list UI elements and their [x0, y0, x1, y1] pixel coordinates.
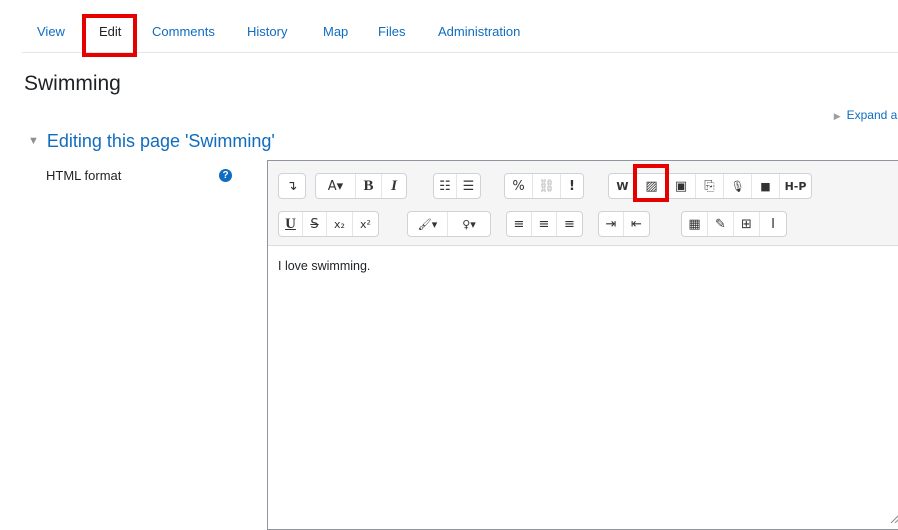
strikethrough-button[interactable]: S	[303, 212, 327, 236]
insert-table-button[interactable]: ⊞	[734, 212, 760, 236]
toolbar-group-color: 🖌▾ ♀▾	[407, 211, 491, 237]
record-video-button[interactable]: ■	[752, 174, 780, 198]
ordered-list-button[interactable]: ☰	[457, 174, 480, 198]
link-button[interactable]: %	[505, 174, 533, 198]
align-center-button[interactable]: ≡	[532, 212, 557, 236]
toolbar-group-tools: ▦ ✎ ⊞ I	[681, 211, 787, 237]
collapse-caret-icon: ▼	[28, 135, 39, 147]
tab-view[interactable]: View	[37, 24, 65, 39]
equation-editor-button[interactable]: ▦	[682, 212, 708, 236]
expand-all-link[interactable]: ▶ Expand al	[834, 108, 898, 122]
expand-all-label: Expand al	[846, 108, 898, 122]
page-title: Swimming	[24, 72, 121, 95]
editor-toolbar: ↴ A▾ B I ☷ ☰ % ⛓ ! W ▨ ▣ ⎘ 🎙 ■ H-P U S x…	[268, 161, 898, 246]
field-label: HTML format	[46, 168, 122, 183]
wiris-button[interactable]: W	[609, 174, 637, 198]
align-right-button[interactable]: ≡	[557, 212, 582, 236]
help-icon[interactable]: ?	[219, 169, 232, 182]
tab-history[interactable]: History	[247, 24, 287, 39]
paragraph-style-button[interactable]: A▾	[316, 174, 356, 198]
insert-image-button[interactable]: ▨	[637, 174, 667, 198]
tab-files[interactable]: Files	[378, 24, 405, 39]
font-color-button[interactable]: 🖌▾	[408, 212, 448, 236]
resize-handle-icon[interactable]	[890, 513, 898, 523]
italic-button[interactable]: I	[382, 174, 406, 198]
expand-triangle-icon: ▶	[833, 111, 841, 121]
toolbar-group-indent: ⇥ ⇤	[598, 211, 650, 237]
show-more-buttons-button[interactable]: ↴	[279, 174, 305, 198]
superscript-button[interactable]: x²	[353, 212, 378, 236]
bold-button[interactable]: B	[356, 174, 382, 198]
toolbar-group-lists: ☷ ☰	[433, 173, 481, 199]
section-heading-text: Editing this page 'Swimming'	[46, 131, 275, 151]
accessibility-checker-button[interactable]: ✎	[708, 212, 734, 236]
toolbar-group-align: ≡ ≡ ≡	[506, 211, 583, 237]
editor-content-area[interactable]: I love swimming.	[278, 259, 370, 273]
tab-comments[interactable]: Comments	[152, 24, 215, 39]
indent-button[interactable]: ⇥	[599, 212, 624, 236]
section-heading[interactable]: ▼ Editing this page 'Swimming'	[28, 131, 275, 152]
tab-map[interactable]: Map	[323, 24, 348, 39]
insert-h5p-button[interactable]: H-P	[780, 174, 811, 198]
toolbar-group-media: W ▨ ▣ ⎘ 🎙 ■ H-P	[608, 173, 812, 199]
tab-administration[interactable]: Administration	[438, 24, 520, 39]
autolink-button[interactable]: !	[561, 174, 583, 198]
toolbar-group-format: U S x₂ x²	[278, 211, 379, 237]
align-left-button[interactable]: ≡	[507, 212, 532, 236]
toolbar-group-links: % ⛓ !	[504, 173, 584, 199]
unlink-button[interactable]: ⛓	[533, 174, 561, 198]
manage-files-button[interactable]: ⎘	[696, 174, 724, 198]
outdent-button[interactable]: ⇤	[624, 212, 649, 236]
underline-button[interactable]: U	[279, 212, 303, 236]
tab-edit[interactable]: Edit	[99, 24, 121, 39]
clear-formatting-button[interactable]: I	[760, 212, 786, 236]
insert-media-button[interactable]: ▣	[667, 174, 696, 198]
unordered-list-button[interactable]: ☷	[434, 174, 457, 198]
background-color-button[interactable]: ♀▾	[448, 212, 490, 236]
subscript-button[interactable]: x₂	[327, 212, 353, 236]
html-editor: ↴ A▾ B I ☷ ☰ % ⛓ ! W ▨ ▣ ⎘ 🎙 ■ H-P U S x…	[267, 160, 898, 530]
toolbar-group-style: A▾ B I	[315, 173, 407, 199]
page-tabs: View Edit Comments History Map Files Adm…	[22, 18, 898, 53]
record-audio-button[interactable]: 🎙	[724, 174, 752, 198]
toolbar-group-collapse: ↴	[278, 173, 306, 199]
